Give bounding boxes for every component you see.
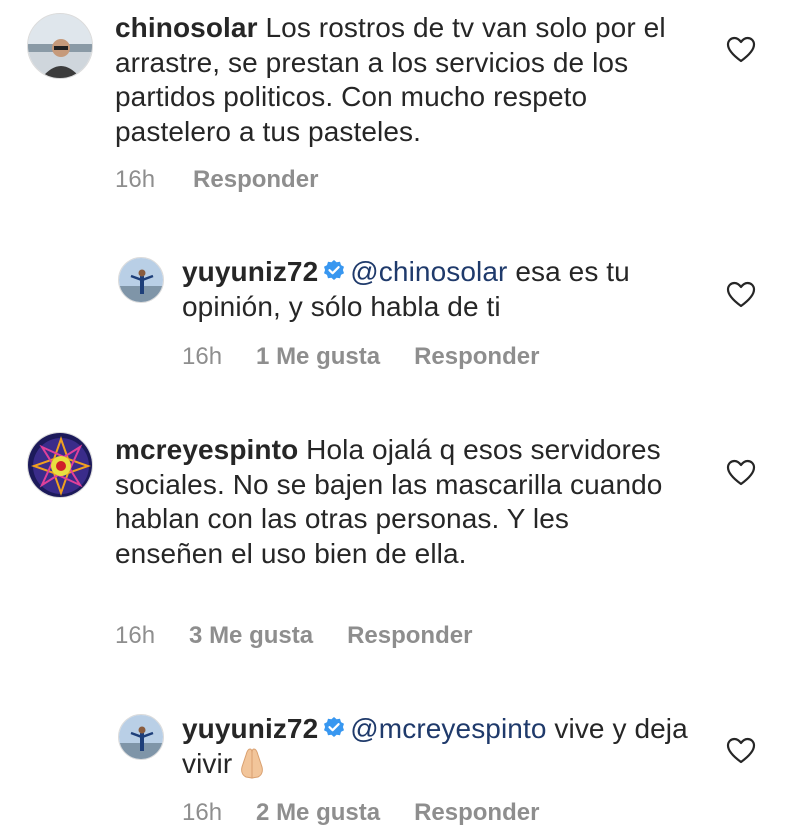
likes-count[interactable]: 1 Me gusta [256,343,380,370]
comment-username[interactable]: yuyuniz72 [182,256,318,287]
timestamp: 16h [115,622,156,649]
comment-username[interactable]: chinosolar [115,12,258,43]
comment-username[interactable]: yuyuniz72 [182,713,318,744]
heart-icon[interactable] [726,737,756,765]
comment-text: chinosolar Los rostros de tv van solo po… [115,11,705,149]
mention-link[interactable]: @chinosolar [350,256,507,287]
reply-button[interactable]: Responder [414,799,539,826]
comment-text: mcreyespinto Hola ojalá q esos servidore… [115,433,675,571]
comment-username[interactable]: mcreyespinto [115,434,298,465]
comment-text: yuyuniz72 @mcreyespinto vive y deja vivir [182,712,702,781]
reply-button[interactable]: Responder [347,622,472,649]
timestamp: 16h [115,166,156,193]
folded-hands-emoji-icon [241,747,264,779]
heart-icon[interactable] [726,281,756,309]
likes-count[interactable]: 2 Me gusta [256,799,380,826]
timestamp: 16h [182,343,223,370]
heart-icon[interactable] [726,459,756,487]
comment-text: yuyuniz72 @chinosolar esa es tu opinión, … [182,255,702,324]
comment-meta: 16h Responder [115,166,352,194]
mention-link[interactable]: @mcreyespinto [350,713,546,744]
comment-meta: 16h 1 Me gusta Responder [182,343,573,371]
avatar[interactable] [118,257,164,303]
reply-button[interactable]: Responder [414,343,539,370]
likes-count[interactable]: 3 Me gusta [189,622,313,649]
comment-meta: 16h 2 Me gusta Responder [182,799,573,827]
heart-icon[interactable] [726,36,756,64]
avatar[interactable] [27,13,93,79]
avatar[interactable] [118,714,164,760]
avatar[interactable] [27,432,93,498]
verified-badge-icon [324,260,345,280]
reply-button[interactable]: Responder [193,166,318,193]
timestamp: 16h [182,799,223,826]
verified-badge-icon [324,717,345,737]
comment-meta: 16h 3 Me gusta Responder [115,622,506,650]
